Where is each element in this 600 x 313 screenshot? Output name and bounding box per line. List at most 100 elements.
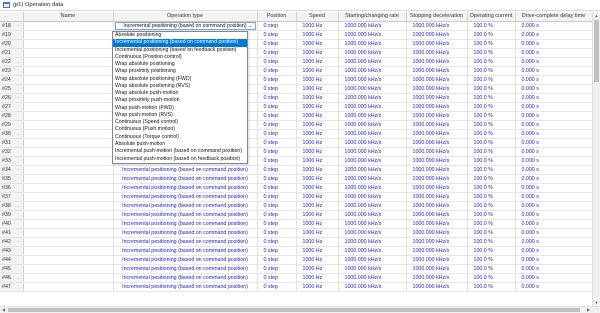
operation-type-cell[interactable]: Incremental positioning (based on comman… bbox=[113, 201, 258, 211]
start-rate-cell[interactable]: 1000.000 kHz/s bbox=[338, 138, 407, 148]
current-cell[interactable]: 100.0 % bbox=[467, 21, 516, 31]
start-rate-cell[interactable]: 1000.000 kHz/s bbox=[338, 201, 407, 211]
start-rate-cell[interactable]: 1000.000 kHz/s bbox=[338, 21, 407, 31]
scroll-right-icon[interactable]: ▶ bbox=[585, 307, 592, 313]
start-rate-cell[interactable]: 1000.000 kHz/s bbox=[338, 156, 407, 166]
speed-cell[interactable]: 1000 Hz bbox=[296, 246, 339, 256]
start-rate-cell[interactable]: 1000.000 kHz/s bbox=[338, 147, 407, 157]
delay-cell[interactable]: 0.000 s bbox=[515, 48, 592, 58]
position-cell[interactable]: 0 step bbox=[257, 228, 297, 238]
stop-decel-cell[interactable]: 1000.000 kHz/s bbox=[406, 219, 468, 229]
speed-cell[interactable]: 1000 Hz bbox=[296, 66, 339, 76]
current-cell[interactable]: 100.0 % bbox=[467, 57, 516, 67]
position-cell[interactable]: 0 step bbox=[257, 111, 297, 121]
operation-type-cell[interactable]: Incremental positioning (based on comman… bbox=[113, 174, 258, 184]
name-cell[interactable] bbox=[23, 120, 114, 130]
table-row[interactable]: #21Incremental positioning (based on com… bbox=[0, 48, 592, 58]
start-rate-cell[interactable]: 1000.000 kHz/s bbox=[338, 66, 407, 76]
dropdown-option[interactable]: Wrap absolute positioning bbox=[113, 61, 247, 68]
delay-cell[interactable]: 0.000 s bbox=[515, 264, 592, 274]
table-row[interactable]: #41 Incremental positioning (based on com… bbox=[0, 228, 592, 238]
position-cell[interactable]: 0 step bbox=[257, 174, 297, 184]
table-row[interactable]: #43 Incremental positioning (based on com… bbox=[0, 246, 592, 256]
delay-cell[interactable]: 0.000 s bbox=[515, 165, 592, 175]
stop-decel-cell[interactable]: 1000.000 kHz/s bbox=[406, 75, 468, 85]
stop-decel-cell[interactable]: 1000.000 kHz/s bbox=[406, 174, 468, 184]
speed-cell[interactable]: 1000 Hz bbox=[296, 57, 339, 67]
start-rate-cell[interactable]: 1000.000 kHz/s bbox=[338, 39, 407, 49]
vertical-scroll-thumb[interactable] bbox=[594, 20, 599, 82]
table-row[interactable]: #35 Incremental positioning (based on com… bbox=[0, 174, 592, 184]
start-rate-cell[interactable]: 1000.000 kHz/s bbox=[338, 57, 407, 67]
position-cell[interactable]: 0 step bbox=[257, 102, 297, 112]
speed-cell[interactable]: 1000 Hz bbox=[296, 192, 339, 202]
name-cell[interactable] bbox=[23, 273, 114, 283]
position-cell[interactable]: 0 step bbox=[257, 201, 297, 211]
name-cell[interactable] bbox=[23, 138, 114, 148]
speed-cell[interactable]: 1000 Hz bbox=[296, 120, 339, 130]
delay-cell[interactable]: 0.000 s bbox=[515, 192, 592, 202]
delay-cell[interactable]: 0.000 s bbox=[515, 156, 592, 166]
name-cell[interactable] bbox=[23, 57, 114, 67]
dropdown-option[interactable]: Continuous (Speed control) bbox=[113, 119, 247, 126]
current-cell[interactable]: 100.0 % bbox=[467, 147, 516, 157]
delay-cell[interactable]: 0.000 s bbox=[515, 237, 592, 247]
stop-decel-cell[interactable]: 1000.000 kHz/s bbox=[406, 129, 468, 139]
delay-cell[interactable]: 0.000 s bbox=[515, 75, 592, 85]
current-cell[interactable]: 100.0 % bbox=[467, 102, 516, 112]
position-cell[interactable]: 0 step bbox=[257, 84, 297, 94]
name-cell[interactable] bbox=[23, 102, 114, 112]
dropdown-option[interactable]: Incremental positioning (based on feedba… bbox=[113, 47, 247, 54]
position-cell[interactable]: 0 step bbox=[257, 282, 297, 292]
current-cell[interactable]: 100.0 % bbox=[467, 237, 516, 247]
dropdown-option[interactable]: Wrap proximity positioning bbox=[113, 68, 247, 75]
table-row[interactable]: #29Incremental positioning (based on com… bbox=[0, 120, 592, 130]
current-cell[interactable]: 100.0 % bbox=[467, 93, 516, 103]
current-cell[interactable]: 100.0 % bbox=[467, 282, 516, 292]
column-header-5[interactable]: Starting/changing rate bbox=[338, 12, 407, 22]
stop-decel-cell[interactable]: 1000.000 kHz/s bbox=[406, 120, 468, 130]
current-cell[interactable]: 100.0 % bbox=[467, 129, 516, 139]
start-rate-cell[interactable]: 1000.000 kHz/s bbox=[338, 174, 407, 184]
stop-decel-cell[interactable]: 1000.000 kHz/s bbox=[406, 48, 468, 58]
dropdown-option[interactable]: Continuous (Torque control) bbox=[113, 134, 247, 141]
name-cell[interactable] bbox=[23, 75, 114, 85]
current-cell[interactable]: 100.0 % bbox=[467, 210, 516, 220]
table-row[interactable]: #28Incremental positioning (based on com… bbox=[0, 111, 592, 121]
position-cell[interactable]: 0 step bbox=[257, 165, 297, 175]
speed-cell[interactable]: 1000 Hz bbox=[296, 84, 339, 94]
name-cell[interactable] bbox=[23, 156, 114, 166]
speed-cell[interactable]: 1000 Hz bbox=[296, 255, 339, 265]
speed-cell[interactable]: 1000 Hz bbox=[296, 111, 339, 121]
delay-cell[interactable]: 0.000 s bbox=[515, 93, 592, 103]
dropdown-option[interactable]: Absolute positioning bbox=[113, 32, 247, 39]
position-cell[interactable]: 0 step bbox=[257, 156, 297, 166]
scroll-down-icon[interactable]: ▼ bbox=[593, 299, 600, 306]
column-header-1[interactable]: Name bbox=[23, 12, 114, 22]
stop-decel-cell[interactable]: 1000.000 kHz/s bbox=[406, 192, 468, 202]
stop-decel-cell[interactable]: 1000.000 kHz/s bbox=[406, 210, 468, 220]
name-cell[interactable] bbox=[23, 228, 114, 238]
delay-cell[interactable]: 0.000 s bbox=[515, 246, 592, 256]
name-cell[interactable] bbox=[23, 246, 114, 256]
delay-cell[interactable]: 0.000 s bbox=[515, 273, 592, 283]
current-cell[interactable]: 100.0 % bbox=[467, 165, 516, 175]
delay-cell[interactable]: 0.000 s bbox=[515, 120, 592, 130]
position-cell[interactable]: 0 step bbox=[257, 264, 297, 274]
speed-cell[interactable]: 1000 Hz bbox=[296, 210, 339, 220]
stop-decel-cell[interactable]: 1000.000 kHz/s bbox=[406, 111, 468, 121]
current-cell[interactable]: 100.0 % bbox=[467, 255, 516, 265]
horizontal-scrollbar[interactable]: ◀ ▶ bbox=[0, 306, 600, 313]
name-cell[interactable] bbox=[23, 201, 114, 211]
start-rate-cell[interactable]: 1000.000 kHz/s bbox=[338, 192, 407, 202]
table-row[interactable]: #46 Incremental positioning (based on com… bbox=[0, 273, 592, 283]
current-cell[interactable]: 100.0 % bbox=[467, 39, 516, 49]
current-cell[interactable]: 100.0 % bbox=[467, 66, 516, 76]
dropdown-option[interactable]: Wrap push-motion (FWD) bbox=[113, 105, 247, 112]
current-cell[interactable]: 100.0 % bbox=[467, 273, 516, 283]
table-row[interactable]: #37 Incremental positioning (based on com… bbox=[0, 192, 592, 202]
speed-cell[interactable]: 1000 Hz bbox=[296, 147, 339, 157]
name-cell[interactable] bbox=[23, 192, 114, 202]
stop-decel-cell[interactable]: 1000.000 kHz/s bbox=[406, 93, 468, 103]
operation-type-cell[interactable]: Incremental positioning (based on comman… bbox=[113, 192, 258, 202]
